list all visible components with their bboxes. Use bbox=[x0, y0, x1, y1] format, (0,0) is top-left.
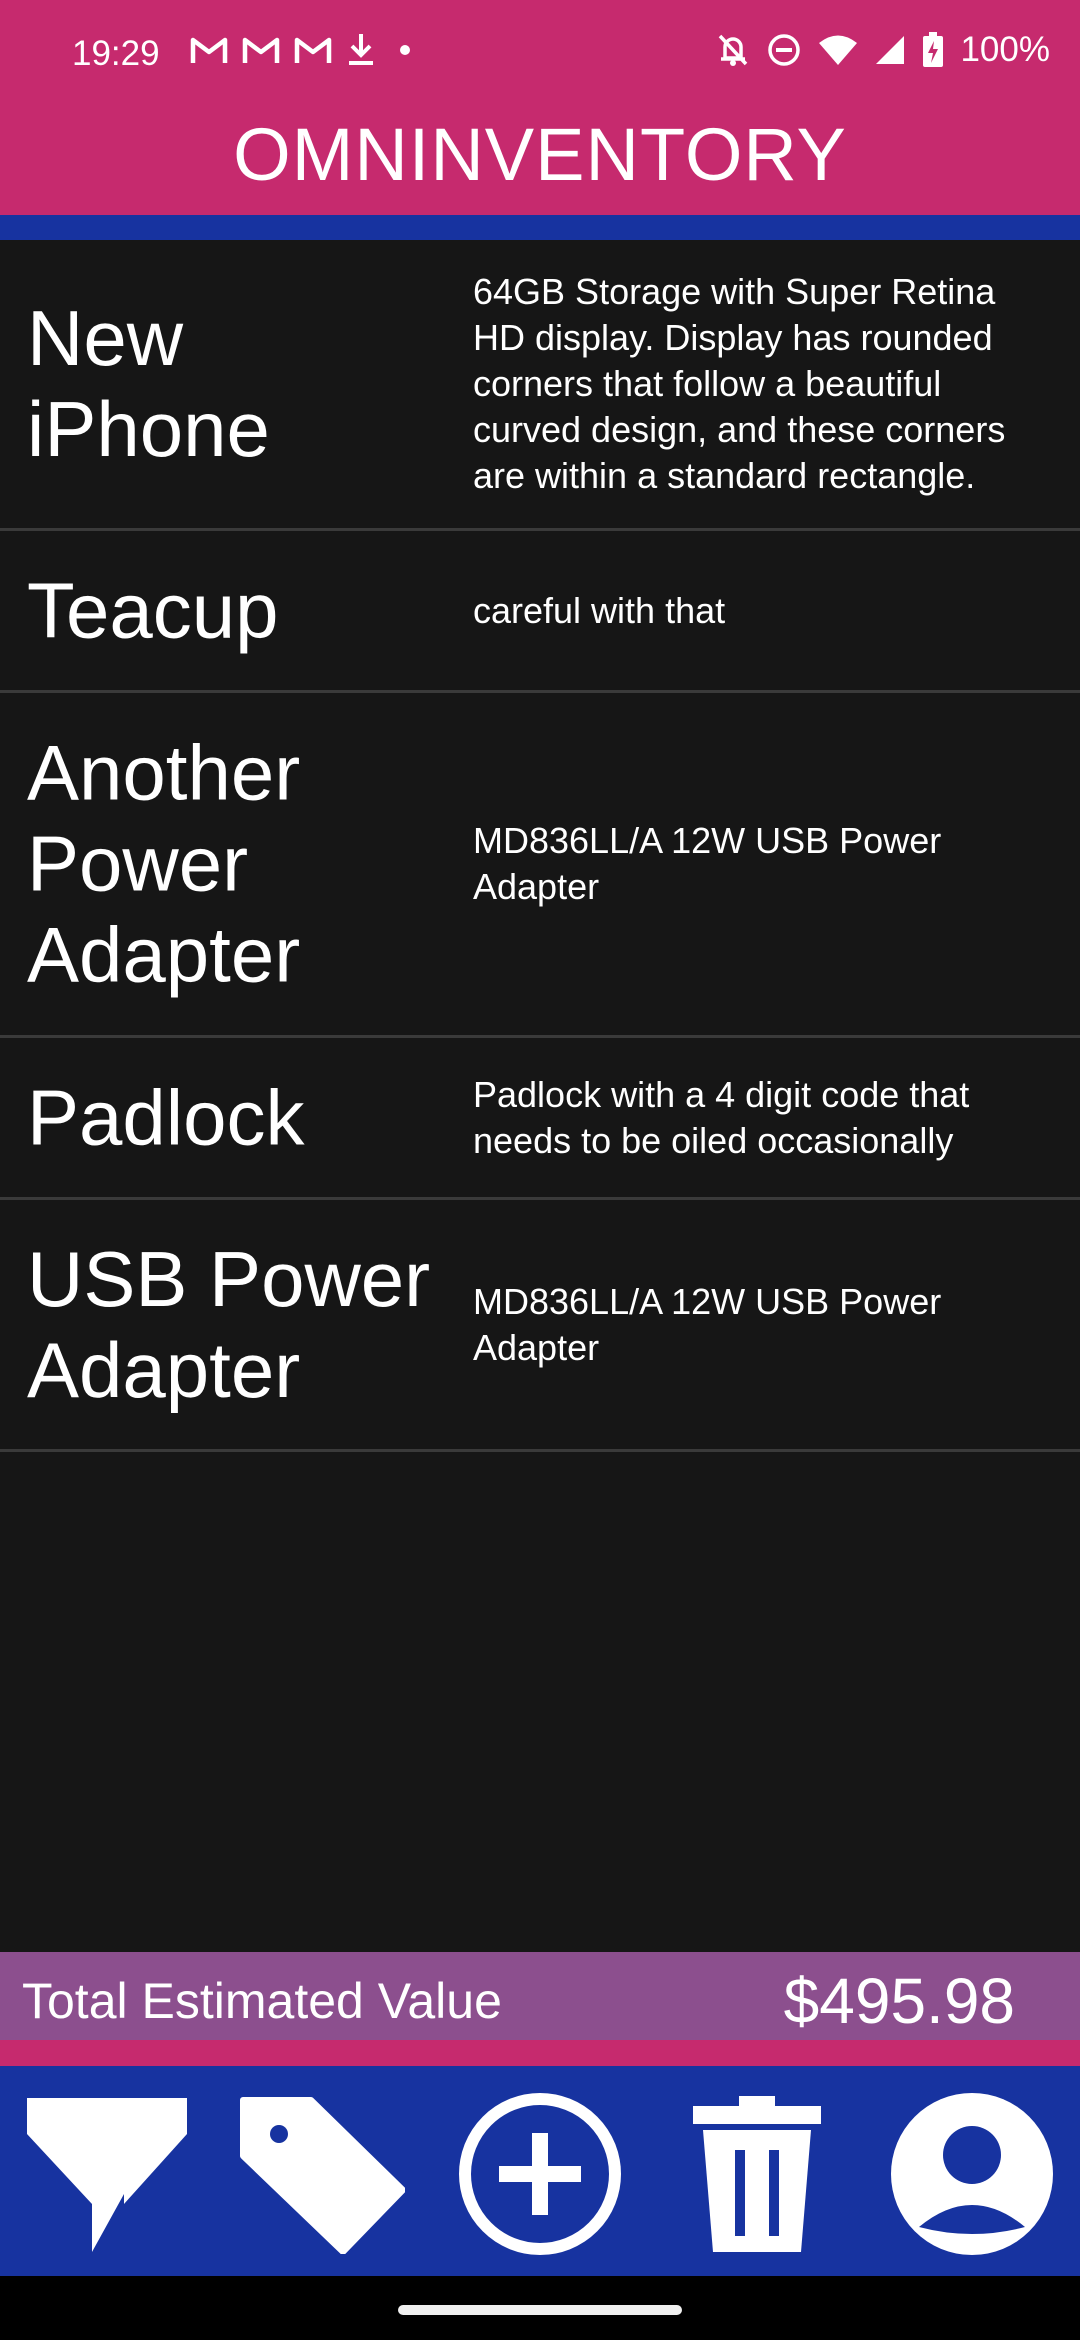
item-name: USB Power Adapter bbox=[27, 1234, 431, 1414]
inventory-list: New iPhone 64GB Storage with Super Retin… bbox=[0, 240, 1080, 1452]
add-item-button[interactable] bbox=[455, 2091, 625, 2256]
list-item[interactable]: Teacup careful with that bbox=[0, 531, 1080, 693]
account-button[interactable] bbox=[887, 2091, 1057, 2256]
tag-button[interactable] bbox=[237, 2091, 407, 2256]
toolbar-stripe bbox=[0, 2040, 1080, 2066]
item-name: Another Power Adapter bbox=[27, 728, 301, 999]
item-name: Padlock bbox=[27, 1073, 305, 1161]
download-icon bbox=[349, 34, 373, 65]
item-name: New iPhone bbox=[27, 294, 270, 473]
status-time: 19:29 bbox=[72, 34, 160, 73]
do-not-disturb-icon bbox=[768, 34, 801, 66]
signal-icon bbox=[876, 36, 905, 64]
app-screen: 19:29 100% OMNINVENTORY New iPhone 64GB … bbox=[0, 0, 1080, 2340]
system-navigation-bar bbox=[0, 2276, 1080, 2340]
item-name: Teacup bbox=[27, 566, 279, 654]
trash-icon bbox=[693, 2095, 821, 2252]
status-bar: 19:29 100% bbox=[0, 0, 1080, 108]
total-label: Total Estimated Value bbox=[22, 1973, 502, 2029]
total-value-bar: Total Estimated Value $495.98 bbox=[0, 1952, 1080, 2040]
item-description: 64GB Storage with Super Retina HD displa… bbox=[473, 271, 1006, 496]
list-item[interactable]: USB Power Adapter MD836LL/A 12W USB Powe… bbox=[0, 1200, 1080, 1452]
filter-button[interactable] bbox=[22, 2091, 192, 2256]
list-item[interactable]: New iPhone 64GB Storage with Super Retin… bbox=[0, 240, 1080, 531]
list-item[interactable]: Padlock Padlock with a 4 digit code that… bbox=[0, 1038, 1080, 1200]
delete-button[interactable] bbox=[672, 2091, 842, 2256]
home-gesture-handle[interactable] bbox=[398, 2305, 682, 2315]
app-title: OMNINVENTORY bbox=[233, 113, 847, 196]
item-description: MD836LL/A 12W USB Power Adapter bbox=[473, 820, 942, 907]
item-description: Padlock with a 4 digit code that needs t… bbox=[473, 1073, 970, 1161]
notifications-off-icon bbox=[719, 34, 748, 66]
gmail-icon bbox=[190, 37, 228, 63]
add-circle-icon bbox=[459, 2092, 621, 2255]
tag-icon bbox=[240, 2096, 405, 2254]
list-item[interactable]: Another Power Adapter MD836LL/A 12W USB … bbox=[0, 693, 1080, 1038]
item-description: MD836LL/A 12W USB Power Adapter bbox=[473, 1280, 942, 1368]
header-stripe bbox=[0, 215, 1080, 240]
battery-level: 100% bbox=[960, 30, 1050, 69]
wifi-icon bbox=[819, 35, 858, 65]
gmail-icon bbox=[242, 37, 280, 63]
notification-icons bbox=[190, 32, 420, 68]
filter-icon bbox=[27, 2097, 187, 2252]
account-icon bbox=[891, 2092, 1053, 2255]
bottom-toolbar bbox=[0, 2066, 1080, 2276]
system-status: 100% bbox=[716, 30, 1050, 70]
app-header: 19:29 100% OMNINVENTORY bbox=[0, 0, 1080, 215]
item-description: careful with that bbox=[473, 589, 726, 631]
dot-icon bbox=[400, 45, 410, 55]
gmail-icon bbox=[294, 37, 332, 63]
total-value: $495.98 bbox=[783, 1965, 1015, 2037]
battery-charging-icon bbox=[923, 32, 944, 67]
